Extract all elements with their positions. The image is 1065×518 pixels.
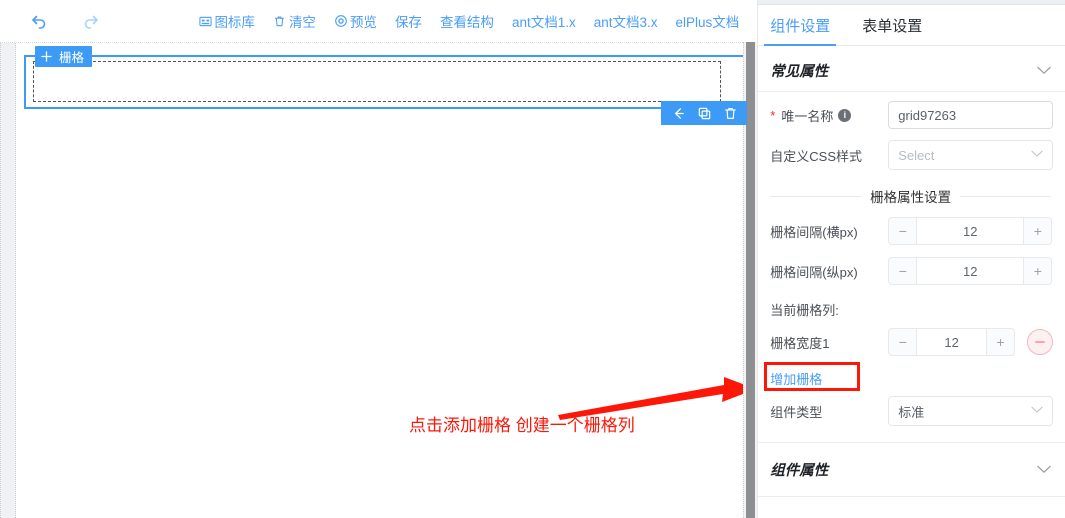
toolbar-item-elplus-doc[interactable]: elPlus文档 (676, 11, 740, 31)
scrollbar-thumb[interactable] (746, 42, 756, 518)
current-columns-label: 当前栅格列: (770, 303, 839, 318)
toolbar-item-view-structure[interactable]: 查看结构 (440, 11, 494, 31)
field-label-component-type: 组件类型 (770, 404, 823, 420)
toolbar-item-ant-doc-1x[interactable]: ant文档1.x (512, 11, 576, 31)
tab-component-settings[interactable]: 组件设置 (764, 15, 837, 46)
toolbar-item-preview[interactable]: 预览 (334, 11, 377, 31)
toolbar-item-label: elPlus文档 (675, 15, 740, 30)
delete-icon[interactable] (717, 101, 743, 125)
field-row-column-width: 栅格宽度1 − 12 + (758, 325, 1065, 359)
toolbar: 图标库 清空 预览 保存 查看结构 ant文档1.x ant文档3.x elPl… (0, 0, 758, 43)
icon-library-icon (198, 14, 212, 28)
plus-button[interactable]: + (1024, 217, 1053, 245)
grid-dropzone[interactable] (33, 61, 722, 102)
redo-arrow-icon[interactable] (80, 10, 102, 32)
stepper-value[interactable]: 12 (916, 328, 987, 356)
toolbar-item-clear[interactable]: 清空 (273, 11, 316, 31)
undo-arrow-icon[interactable] (28, 10, 50, 32)
minus-button[interactable]: − (888, 257, 917, 285)
chevron-down-icon (1031, 149, 1043, 161)
trash-icon (273, 14, 287, 28)
field-label-gap-vertical: 栅格间隔(纵px) (770, 264, 858, 280)
settings-panel: 组件设置 表单设置 常见属性 * 唯一名称 i grid97263 自定义CSS… (757, 0, 1065, 518)
toolbar-item-label: ant文档1.x (511, 15, 576, 30)
gap-vertical-stepper: − 12 + (888, 257, 1053, 285)
input-value: grid97263 (898, 107, 957, 123)
toolbar-item-label: 预览 (349, 15, 377, 30)
stepper-value[interactable]: 12 (916, 257, 1025, 285)
toolbar-item-label: 保存 (394, 15, 422, 30)
divider-line-right (960, 195, 1051, 197)
design-canvas[interactable]: 栅格 点击添加栅格 创建一个栅格列 (16, 43, 758, 518)
field-label-custom-css: 自定义CSS样式 (770, 148, 863, 164)
chevron-down-icon[interactable] (1037, 463, 1051, 476)
grid-component-actions (661, 101, 748, 125)
canvas-wrapper: 栅格 点击添加栅格 创建一个栅格列 (0, 43, 758, 518)
field-label-unique-name: * 唯一名称 i (770, 106, 888, 125)
panel-body: 常见属性 * 唯一名称 i grid97263 自定义CSS样式 Select … (758, 46, 1065, 518)
app-root: 图标库 清空 预览 保存 查看结构 ant文档1.x ant文档3.x elPl… (0, 0, 1065, 518)
section-header-common-props[interactable]: 常见属性 (758, 46, 1065, 92)
toolbar-item-label: ant文档3.x (593, 15, 658, 30)
field-row-custom-css: 自定义CSS样式 Select (758, 138, 1065, 172)
toolbar-history-group (0, 10, 102, 32)
select-placeholder: Select (898, 147, 935, 163)
divider-line-left (770, 195, 862, 197)
toolbar-item-label: 查看结构 (439, 15, 494, 30)
canvas-left-rail (0, 43, 16, 518)
divider-grid-props: 栅格属性设置 (758, 172, 1065, 208)
remove-circle-icon[interactable] (1027, 329, 1053, 355)
add-grid-link[interactable]: 增加栅格 (770, 369, 822, 388)
gap-horizontal-stepper: − 12 + (888, 217, 1053, 245)
panel-tabs: 组件设置 表单设置 (758, 5, 1065, 46)
section-title: 组件属性 (770, 463, 829, 479)
stepper-value[interactable]: 12 (916, 217, 1025, 245)
component-type-select[interactable]: 标准 (888, 396, 1053, 426)
info-circle-icon[interactable]: i (838, 108, 852, 122)
field-label-column-width: 栅格宽度1 (770, 335, 830, 351)
plus-button[interactable]: + (987, 328, 1015, 356)
required-mark: * (770, 107, 776, 123)
minus-button[interactable]: − (888, 217, 917, 245)
unique-name-input[interactable]: grid97263 (888, 101, 1053, 129)
select-value: 标准 (898, 404, 925, 420)
grid-component[interactable]: 栅格 (24, 46, 748, 125)
chevron-down-icon (1031, 405, 1043, 417)
section-header-component-props[interactable]: 组件属性 (758, 443, 1065, 497)
field-row-gap-vertical: 栅格间隔(纵px) − 12 + (758, 254, 1065, 288)
move-cross-icon (41, 51, 52, 62)
section-title: 常见属性 (770, 64, 829, 80)
editor-pane: 图标库 清空 预览 保存 查看结构 ant文档1.x ant文档3.x elPl… (0, 0, 758, 518)
field-row-component-type: 组件类型 标准 (758, 394, 1065, 428)
chevron-down-icon[interactable] (1037, 64, 1051, 77)
column-width-stepper: − 12 + (888, 328, 1015, 356)
minus-button[interactable]: − (888, 328, 917, 356)
toolbar-actions: 图标库 清空 预览 保存 查看结构 ant文档1.x ant文档3.x elPl… (198, 11, 757, 31)
copy-icon[interactable] (691, 101, 717, 125)
grid-component-badge[interactable]: 栅格 (35, 46, 93, 67)
field-row-unique-name: * 唯一名称 i grid97263 (758, 98, 1065, 132)
tab-form-settings[interactable]: 表单设置 (860, 15, 924, 45)
custom-css-select[interactable]: Select (888, 140, 1053, 170)
plus-button[interactable]: + (1024, 257, 1053, 285)
toolbar-item-ant-doc-3x[interactable]: ant文档3.x (594, 11, 658, 31)
label-text: 唯一名称 (781, 108, 834, 124)
toolbar-item-label: 图标库 (214, 15, 255, 30)
divider-title-text: 栅格属性设置 (870, 190, 952, 205)
add-grid-link-wrap: 增加栅格 (758, 362, 1065, 391)
toolbar-item-label: 清空 (288, 15, 316, 30)
grid-component-label: 栅格 (59, 51, 85, 65)
toolbar-item-icon-library[interactable]: 图标库 (198, 11, 255, 31)
eye-preview-icon (334, 14, 348, 28)
minus-bar (1035, 341, 1045, 343)
toolbar-item-save[interactable]: 保存 (395, 11, 422, 31)
field-label-gap-horizontal: 栅格间隔(横px) (770, 224, 858, 240)
field-row-gap-horizontal: 栅格间隔(横px) − 12 + (758, 214, 1065, 248)
back-arrow-icon[interactable] (665, 101, 691, 125)
annotation-text: 点击添加栅格 创建一个栅格列 (409, 416, 635, 435)
